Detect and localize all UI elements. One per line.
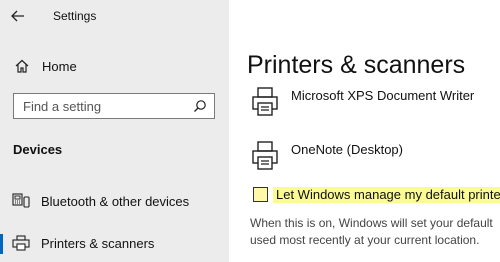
back-arrow-icon bbox=[11, 10, 24, 22]
printer-icon bbox=[252, 141, 278, 170]
main-content: Printers & scanners Microsoft XPS Docume… bbox=[229, 0, 500, 262]
printer-icon bbox=[252, 87, 278, 116]
default-printer-checkbox[interactable] bbox=[253, 187, 268, 202]
device-name: OneNote (Desktop) bbox=[291, 142, 403, 157]
device-item[interactable]: Microsoft XPS Document Writer bbox=[229, 86, 500, 120]
page-title: Printers & scanners bbox=[247, 51, 466, 79]
device-item[interactable]: OneNote (Desktop) bbox=[229, 140, 500, 174]
sidebar-item-label: Bluetooth & other devices bbox=[41, 194, 190, 209]
setting-description: When this is on, Windows will set your d… bbox=[250, 215, 500, 249]
sidebar-item-label: Printers & scanners bbox=[41, 236, 155, 251]
home-icon bbox=[15, 59, 29, 73]
sidebar-item-label: Home bbox=[42, 59, 77, 74]
sidebar-item-bluetooth[interactable]: Bluetooth & other devices bbox=[0, 188, 229, 216]
default-printer-setting[interactable]: Let Windows manage my default printer bbox=[247, 185, 500, 207]
bluetooth-devices-icon bbox=[12, 193, 30, 208]
sidebar-item-printers[interactable]: Printers & scanners bbox=[0, 230, 229, 258]
sidebar: Settings Home Find a setting Devices Blu… bbox=[0, 0, 229, 262]
back-button[interactable] bbox=[8, 5, 34, 27]
search-icon[interactable] bbox=[193, 99, 207, 113]
search-placeholder: Find a setting bbox=[23, 99, 102, 114]
checkbox-label[interactable]: Let Windows manage my default printer bbox=[273, 187, 500, 203]
sidebar-item-home[interactable]: Home bbox=[0, 54, 229, 80]
selected-indicator bbox=[0, 234, 3, 254]
search-input[interactable]: Find a setting bbox=[13, 93, 215, 119]
description-line: When this is on, Windows will set your d… bbox=[250, 216, 493, 230]
section-heading: Devices bbox=[13, 142, 63, 157]
description-line: used most recently at your current locat… bbox=[250, 233, 480, 247]
device-name: Microsoft XPS Document Writer bbox=[291, 88, 475, 103]
window-title: Settings bbox=[53, 9, 97, 23]
printer-icon bbox=[12, 235, 30, 251]
